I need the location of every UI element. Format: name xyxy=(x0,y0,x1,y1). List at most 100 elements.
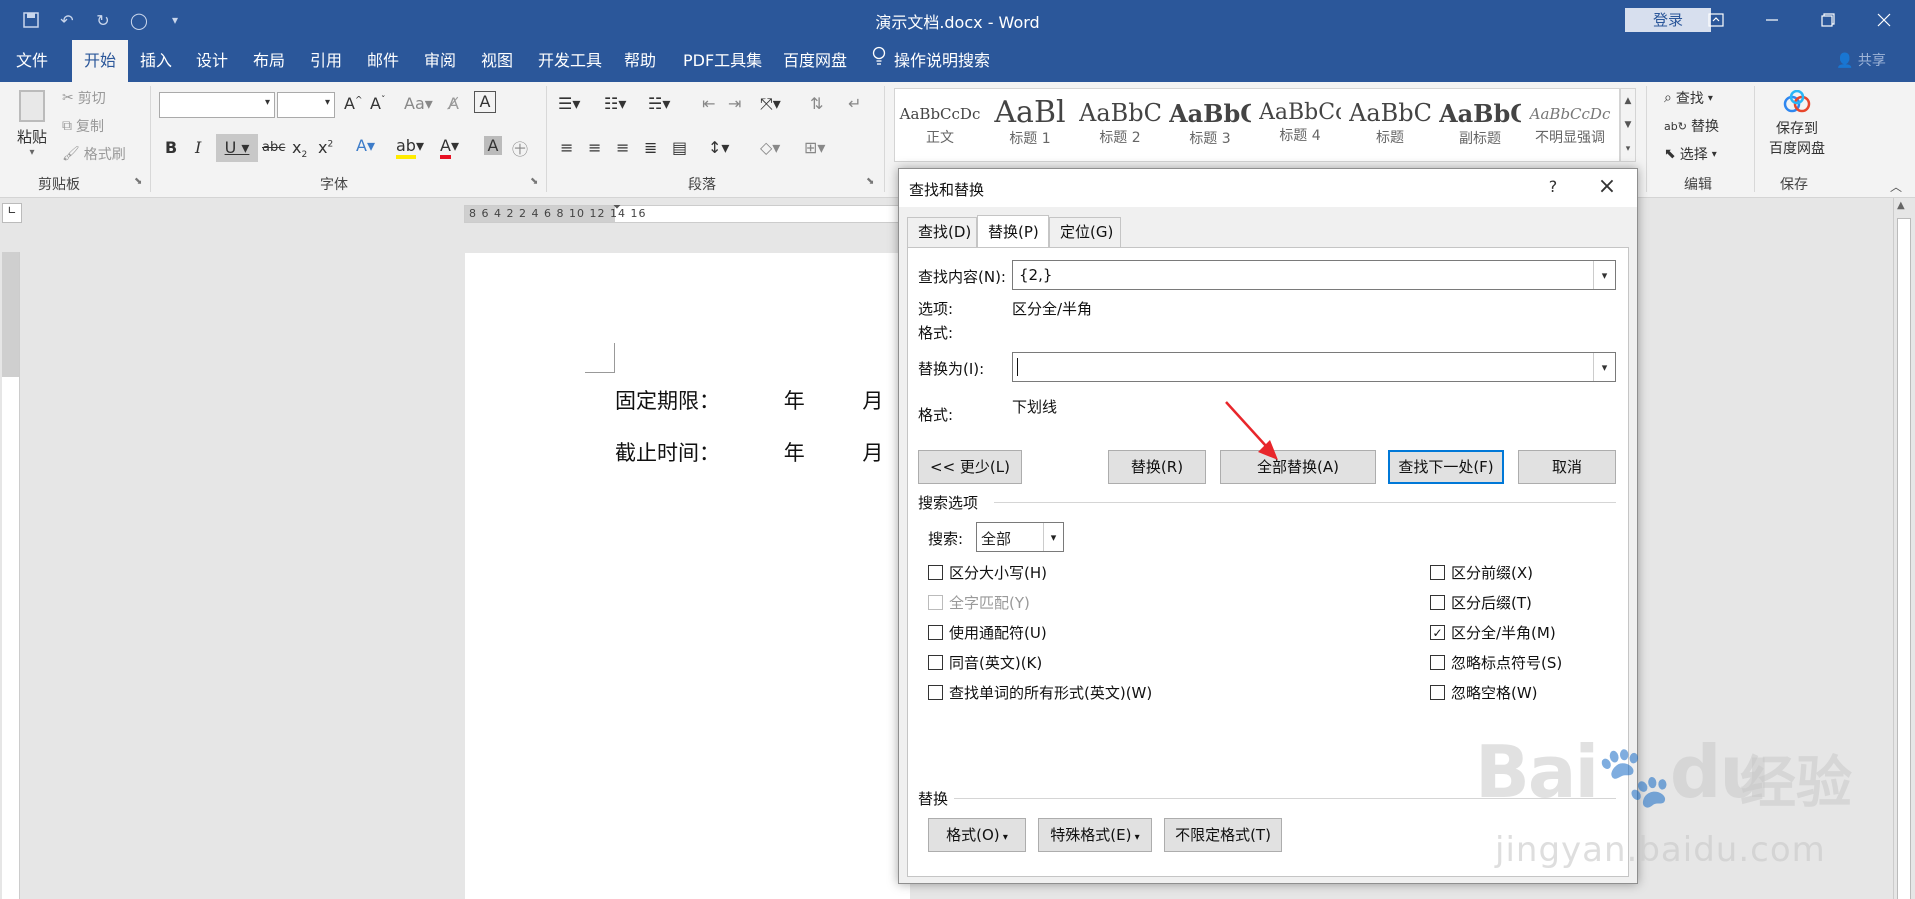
chevron-down-icon[interactable]: ▼ xyxy=(1621,113,1635,137)
chevron-up-icon[interactable]: ▲ xyxy=(1621,89,1635,113)
style-subtitle[interactable]: AaBbC 副标题 xyxy=(1439,95,1521,157)
style-heading-4[interactable]: AaBbCc 标题 4 xyxy=(1259,95,1341,157)
font-name-combo[interactable]: ▾ xyxy=(159,92,275,118)
style-heading-3[interactable]: AaBbC 标题 3 xyxy=(1169,95,1251,157)
tab-find[interactable]: 查找(D) xyxy=(907,217,977,247)
replace-all-button[interactable]: 全部替换(A) xyxy=(1220,450,1376,484)
style-normal[interactable]: AaBbCcDc 正文 xyxy=(899,95,981,157)
more-styles-icon[interactable]: ▾ xyxy=(1621,137,1635,161)
help-icon[interactable]: ? xyxy=(1539,177,1567,196)
tab-layout[interactable]: 布局 xyxy=(253,40,285,82)
tell-me-search[interactable]: 操作说明搜索 xyxy=(872,40,990,82)
italic-icon[interactable]: I xyxy=(195,138,201,157)
increase-indent-icon[interactable]: ⇥ xyxy=(728,94,741,113)
bullets-icon[interactable]: ☰▾ xyxy=(558,94,580,113)
no-formatting-button[interactable]: 不限定格式(T) xyxy=(1164,818,1282,852)
dialog-launcher-icon[interactable]: ⬊ xyxy=(866,176,874,187)
ribbon-display-icon[interactable] xyxy=(1688,0,1744,40)
scroll-up-icon[interactable]: ▲ xyxy=(1897,200,1905,211)
dialog-titlebar[interactable]: 查找和替换 ? × xyxy=(899,169,1637,207)
subscript-icon[interactable]: x2 xyxy=(292,138,307,160)
scroll-thumb[interactable] xyxy=(1897,218,1911,899)
grow-font-icon[interactable]: A^ xyxy=(344,94,363,113)
document-page[interactable]: 固定期限： 年 月 截止时间： 年 月 xyxy=(465,253,910,899)
tab-mailings[interactable]: 邮件 xyxy=(367,40,399,82)
tab-goto[interactable]: 定位(G) xyxy=(1049,217,1121,247)
cut-button[interactable]: ✂ 剪切 xyxy=(62,88,106,108)
chinese-layout-icon[interactable]: ⤧▾ xyxy=(760,94,781,114)
highlight-icon[interactable]: ab▾ xyxy=(396,136,424,159)
superscript-icon[interactable]: x2 xyxy=(318,138,333,157)
style-title[interactable]: AaBbC 标题 xyxy=(1349,95,1431,157)
chevron-down-icon[interactable]: ▾ xyxy=(1043,523,1063,551)
replace-input[interactable]: ▾ xyxy=(1012,352,1616,382)
distributed-icon[interactable]: ▤ xyxy=(672,138,687,157)
align-left-icon[interactable]: ≡ xyxy=(560,138,573,157)
underline-icon[interactable]: U ▾ xyxy=(216,134,258,162)
strikethrough-icon[interactable]: abc xyxy=(262,140,285,155)
align-center-icon[interactable]: ≡ xyxy=(588,138,601,157)
close-icon[interactable]: × xyxy=(1587,173,1627,203)
share-button[interactable]: 👤 共享 xyxy=(1836,40,1886,82)
save-to-baidu-button[interactable]: 保存到 百度网盘 xyxy=(1760,89,1834,158)
ignore-whitespace-checkbox[interactable]: 忽略空格(W) xyxy=(1430,682,1538,703)
restore-icon[interactable] xyxy=(1800,0,1856,40)
tab-replace[interactable]: 替换(P) xyxy=(977,215,1049,247)
enclose-char-icon[interactable]: ㊉ xyxy=(512,136,528,160)
char-shading-icon[interactable]: A xyxy=(484,136,502,155)
tab-file[interactable]: 文件 xyxy=(16,40,48,82)
dialog-launcher-icon[interactable]: ⬊ xyxy=(134,176,142,187)
find-next-button[interactable]: 查找下一处(F) xyxy=(1388,450,1504,484)
tab-review[interactable]: 审阅 xyxy=(424,40,456,82)
clear-format-icon[interactable]: A̸ xyxy=(448,94,459,113)
vertical-ruler[interactable] xyxy=(2,252,20,899)
style-subtle-emphasis[interactable]: AaBbCcDc 不明显强调 xyxy=(1529,95,1611,157)
less-button[interactable]: << 更少(L) xyxy=(918,450,1022,484)
text-effects-icon[interactable]: A▾ xyxy=(356,136,375,155)
horizontal-ruler[interactable]: 8 6 4 2 2 4 6 8 10 12 14 16 ⏷ xyxy=(464,202,900,223)
close-window-icon[interactable] xyxy=(1856,0,1912,40)
match-width-checkbox[interactable]: ✓ 区分全/半角(M) xyxy=(1430,622,1556,643)
sounds-like-checkbox[interactable]: 同音(英文)(K) xyxy=(928,652,1042,673)
show-marks-icon[interactable]: ↵ xyxy=(848,94,861,113)
shrink-font-icon[interactable]: Aˇ xyxy=(370,94,385,113)
tab-help[interactable]: 帮助 xyxy=(624,40,656,82)
font-size-combo[interactable]: ▾ xyxy=(277,92,335,118)
ignore-punctuation-checkbox[interactable]: 忽略标点符号(S) xyxy=(1430,652,1562,673)
whole-word-checkbox[interactable]: 全字匹配(Y) xyxy=(928,592,1030,613)
borders-icon[interactable]: ⊞▾ xyxy=(804,138,825,157)
tab-insert[interactable]: 插入 xyxy=(140,40,172,82)
wildcards-checkbox[interactable]: 使用通配符(U) xyxy=(928,622,1047,643)
select-button[interactable]: ⬉ 选择 ▾ xyxy=(1664,144,1717,164)
paste-button[interactable]: 粘贴 ▾ xyxy=(10,90,54,170)
dialog-launcher-icon[interactable]: ⬊ xyxy=(530,176,538,187)
match-suffix-checkbox[interactable]: 区分后缀(T) xyxy=(1430,592,1532,613)
indent-marker-icon[interactable]: ⏷ xyxy=(613,202,621,213)
find-button[interactable]: ⌕ 查找 ▾ xyxy=(1664,88,1713,108)
align-right-icon[interactable]: ≡ xyxy=(616,138,629,157)
search-direction-select[interactable]: 全部 ▾ xyxy=(976,522,1064,552)
style-heading-1[interactable]: AaBl 标题 1 xyxy=(989,95,1071,157)
numbering-icon[interactable]: ☷▾ xyxy=(604,94,626,113)
tab-design[interactable]: 设计 xyxy=(196,40,228,82)
line-spacing-icon[interactable]: ↕▾ xyxy=(708,138,729,157)
sort-icon[interactable]: ⇅ xyxy=(810,94,823,113)
format-button[interactable]: 格式(O) ▾ xyxy=(928,818,1026,852)
match-case-checkbox[interactable]: 区分大小写(H) xyxy=(928,562,1047,583)
copy-button[interactable]: ⧉ 复制 xyxy=(62,116,104,136)
tab-developer[interactable]: 开发工具 xyxy=(538,40,602,82)
justify-icon[interactable]: ≣ xyxy=(644,138,657,157)
styles-scroll[interactable]: ▲ ▼ ▾ xyxy=(1620,88,1636,162)
character-border-icon[interactable]: A xyxy=(474,91,496,113)
minimize-icon[interactable] xyxy=(1744,0,1800,40)
font-color-icon[interactable]: A▾ xyxy=(440,136,459,159)
special-format-button[interactable]: 特殊格式(E) ▾ xyxy=(1038,818,1152,852)
cancel-button[interactable]: 取消 xyxy=(1518,450,1616,484)
style-heading-2[interactable]: AaBbC 标题 2 xyxy=(1079,95,1161,157)
tab-baidu-netdisk[interactable]: 百度网盘 xyxy=(783,40,847,82)
tab-view[interactable]: 视图 xyxy=(481,40,513,82)
tab-references[interactable]: 引用 xyxy=(310,40,342,82)
find-input[interactable]: {2,} ▾ xyxy=(1012,260,1616,290)
replace-button[interactable]: 替换(R) xyxy=(1108,450,1206,484)
tab-stop-selector[interactable]: ∟ xyxy=(2,203,22,223)
